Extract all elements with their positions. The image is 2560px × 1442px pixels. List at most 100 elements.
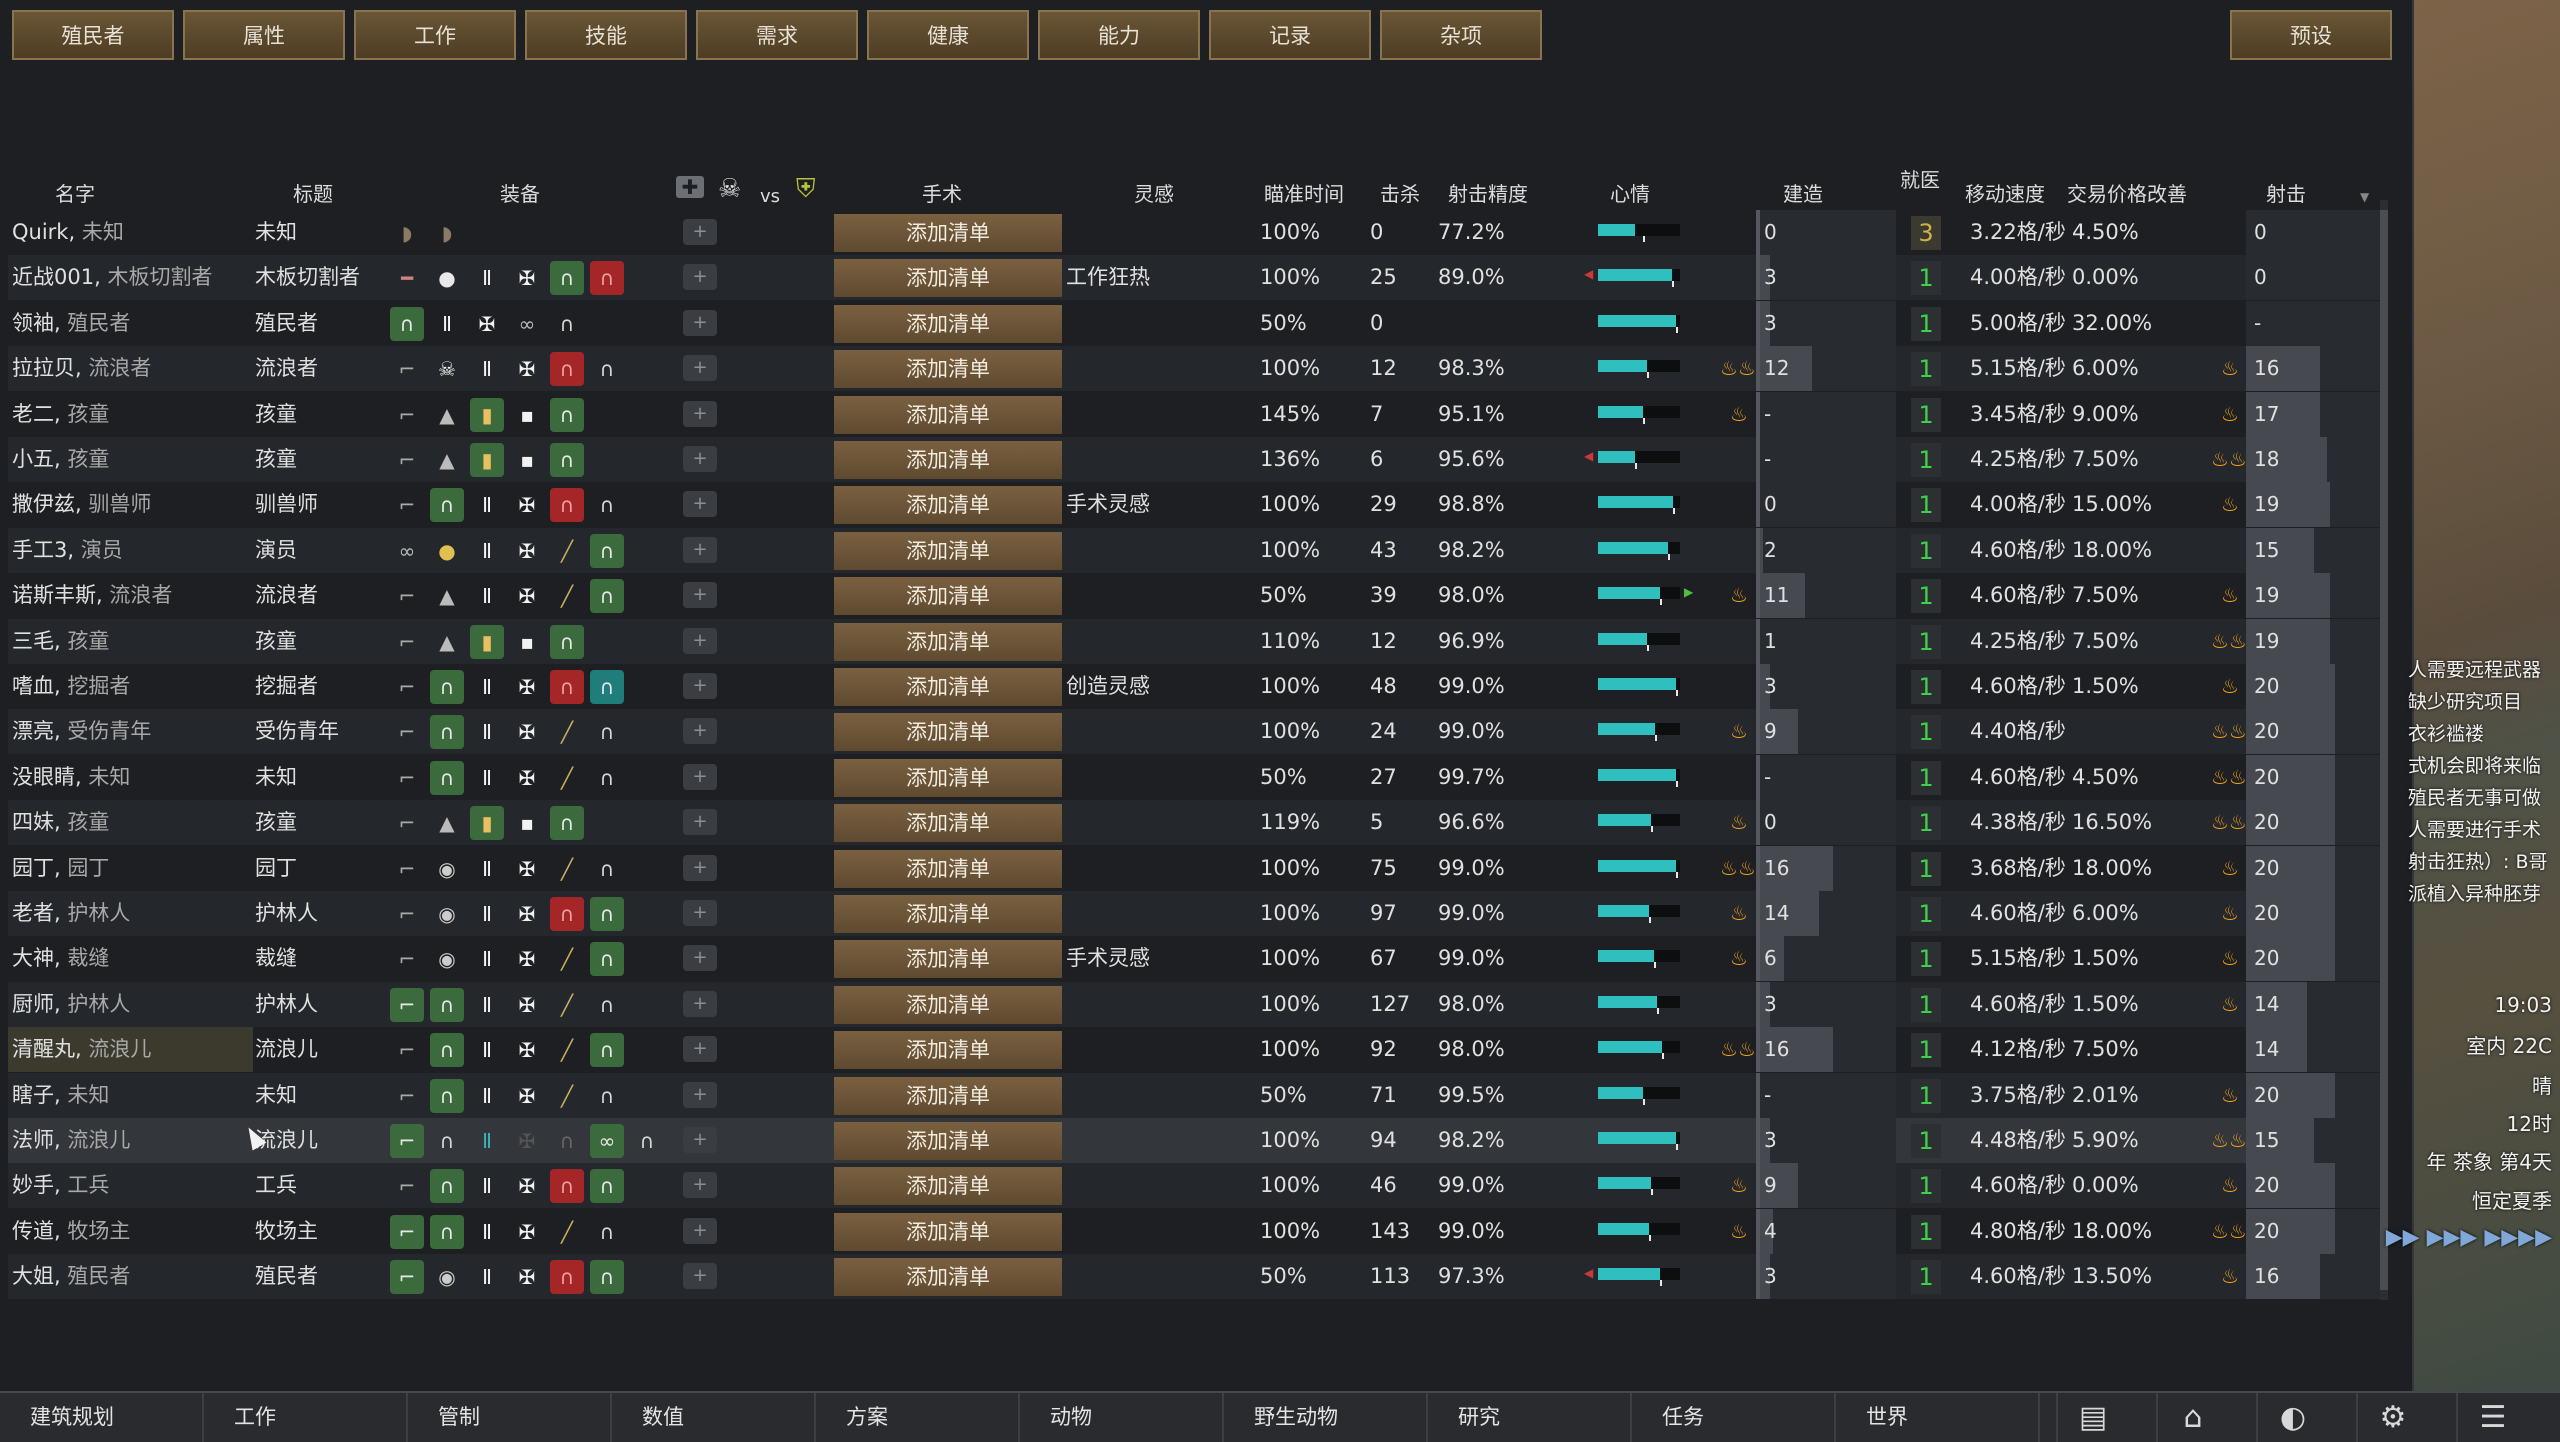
construction-skill[interactable]: 9 xyxy=(1756,1163,1896,1209)
helmet-icon-green[interactable]: ∩ xyxy=(590,1260,624,1295)
tab-1[interactable]: 属性 xyxy=(183,10,345,60)
table-row[interactable]: 近战001, 木板切割者 木板切割者 ━ ● Ⅱ ✠ ∩ ∩ + 添加清单 工作狂热 100% 25 89… xyxy=(8,255,2381,301)
helmet-icon-green[interactable]: ∩ xyxy=(390,306,424,341)
helmet-icon-red[interactable]: ∩ xyxy=(590,261,624,296)
rifle-icon[interactable]: ⌐ xyxy=(390,942,424,976)
spear-icon[interactable]: ╱ xyxy=(550,579,584,613)
helmet-icon[interactable]: ∩ xyxy=(590,1215,624,1249)
helmet-icon-red[interactable]: ∩ xyxy=(550,488,584,523)
shooting-skill[interactable]: 20 xyxy=(2246,891,2381,936)
shooting-skill[interactable]: 20 xyxy=(2246,936,2381,982)
alert-item[interactable]: 派植入异种胚芽 xyxy=(2408,879,2560,906)
add-surgery-button[interactable]: 添加清单 xyxy=(834,486,1062,525)
construction-skill[interactable]: 2 xyxy=(1756,527,1896,573)
construction-skill[interactable]: - xyxy=(1756,391,1896,437)
lightbulb-icon[interactable]: ◐ xyxy=(2256,1393,2328,1442)
add-surgery-button[interactable]: 添加清单 xyxy=(834,758,1062,797)
vest-icon-green[interactable]: ▮ xyxy=(470,624,504,659)
add-bill-icon[interactable]: + xyxy=(683,990,717,1017)
goggles-icon[interactable]: ∞ xyxy=(510,307,544,341)
helmet-icon-green[interactable]: ∩ xyxy=(430,1033,464,1068)
add-bill-icon[interactable]: + xyxy=(683,1081,717,1108)
doctor-priority[interactable]: 3 xyxy=(1911,216,1941,250)
table-row[interactable]: 拉拉贝, 流浪者 流浪者 ⌐ ☠ Ⅱ ✠ ∩ ∩ + 添加清单 100% 12 98.3% ♨♨ 12 1 5.… xyxy=(8,346,2381,392)
construction-skill[interactable]: - xyxy=(1756,1072,1896,1118)
vest-icon[interactable]: Ⅱ xyxy=(470,1260,504,1294)
table-row[interactable]: 传道, 牧场主 牧场主 ⌐ ∩ Ⅱ ✠ ╱ ∩ + 添加清单 100% 143 99.0% ♨ 4 1 4.80… xyxy=(8,1208,2381,1254)
header-aim-time[interactable]: 瞄准时间 xyxy=(1264,178,1344,207)
add-surgery-button[interactable]: 添加清单 xyxy=(834,622,1062,661)
tab-3[interactable]: 技能 xyxy=(525,10,687,60)
chest-icon[interactable]: ✠ xyxy=(510,579,544,613)
doctor-priority[interactable]: 1 xyxy=(1911,1078,1941,1113)
shooting-skill[interactable]: 14 xyxy=(2246,981,2381,1027)
hat-icon[interactable]: ▲ xyxy=(430,443,464,477)
vest-icon[interactable]: Ⅱ xyxy=(470,897,504,931)
header-inspiration[interactable]: 灵感 xyxy=(1134,178,1174,207)
table-row[interactable]: 漂亮, 受伤青年 受伤青年 ⌐ ∩ Ⅱ ✠ ╱ ∩ + 添加清单 100% 24 99.0% ♨ 9 1 4.4… xyxy=(8,709,2381,755)
colonist-name[interactable]: 三毛, 孩童 xyxy=(8,619,253,664)
helmet-icon-green[interactable]: ∩ xyxy=(590,897,624,931)
rifle-icon[interactable]: ⌐ xyxy=(390,715,424,749)
alert-item[interactable]: 人需要进行手术 xyxy=(2408,815,2560,842)
shooting-skill[interactable]: 20 xyxy=(2246,709,2381,755)
colonist-name[interactable]: 小五, 孩童 xyxy=(8,437,253,482)
chest-icon-small[interactable]: ▪ xyxy=(510,625,544,659)
doctor-priority[interactable]: 1 xyxy=(1911,261,1941,296)
mood-bar[interactable] xyxy=(1598,905,1680,923)
helmet-icon-red[interactable]: ∩ xyxy=(550,1169,584,1204)
tab-0[interactable]: 殖民者 xyxy=(12,10,174,60)
table-row[interactable]: 法师, 流浪儿 流浪儿 ⌐ ∩ Ⅱ ✠ ∩ ∞ ∩ + 添加清单 100% 94 98.2% 3 1 4.48格… xyxy=(8,1118,2381,1163)
doctor-priority[interactable]: 1 xyxy=(1911,806,1941,841)
helmet-icon-green[interactable]: ∩ xyxy=(550,624,584,659)
spear-icon[interactable]: ╱ xyxy=(550,988,584,1022)
header-kills[interactable]: 击杀 xyxy=(1380,178,1420,207)
rifle-icon[interactable]: ⌐ xyxy=(390,1033,424,1067)
add-surgery-button[interactable]: 添加清单 xyxy=(834,1122,1062,1160)
construction-skill[interactable]: 0 xyxy=(1756,800,1896,846)
chest-icon-dark[interactable]: ✠ xyxy=(510,1124,544,1158)
rifle-icon-green[interactable]: ⌐ xyxy=(390,987,424,1022)
doctor-priority[interactable]: 1 xyxy=(1911,715,1941,750)
rifle-icon[interactable]: ⌐ xyxy=(390,670,424,704)
doctor-priority[interactable]: 1 xyxy=(1911,443,1941,477)
table-row[interactable]: 老二, 孩童 孩童 ⌐ ▲ ▮ ▪ ∩ + 添加清单 145% 7 95.1% ♨ -1 3.45格/秒 9.… xyxy=(8,391,2381,437)
shooting-skill[interactable]: 17 xyxy=(2246,391,2381,437)
chest-icon[interactable]: ✠ xyxy=(510,534,544,568)
tab-8[interactable]: 杂项 xyxy=(1380,10,1542,60)
add-bill-icon[interactable]: + xyxy=(683,945,717,972)
construction-skill[interactable]: 0 xyxy=(1756,482,1896,528)
chest-icon-small[interactable]: ▪ xyxy=(510,443,544,477)
add-surgery-button[interactable]: 添加清单 xyxy=(834,350,1062,389)
vest-icon-green[interactable]: ▮ xyxy=(470,443,504,477)
table-row[interactable]: 老者, 护林人 护林人 ⌐ ◉ Ⅱ ✠ ∩ ∩ + 添加清单 100% 97 99.0% ♨ 14 1 4.60… xyxy=(8,891,2381,936)
helmet-icon-green[interactable]: ∩ xyxy=(430,488,464,523)
shooting-skill[interactable]: 20 xyxy=(2246,800,2381,846)
header-shooting[interactable]: 射击 xyxy=(2266,178,2306,207)
construction-skill[interactable]: 3 xyxy=(1756,255,1896,301)
spear-icon[interactable]: ╱ xyxy=(550,1033,584,1067)
add-surgery-button[interactable]: 添加清单 xyxy=(834,940,1062,979)
add-surgery-button[interactable]: 添加清单 xyxy=(834,577,1062,616)
hat-icon-round[interactable]: ◉ xyxy=(430,1260,464,1294)
table-row[interactable]: 嗜血, 挖掘者 挖掘者 ⌐ ∩ Ⅱ ✠ ∩ ∩ + 添加清单 创造灵感 100% 48 99.0% 3 1 4.… xyxy=(8,664,2381,709)
chest-icon[interactable]: ✠ xyxy=(510,897,544,931)
bottom-tab-6[interactable]: 野生动物 xyxy=(1224,1393,1428,1442)
add-surgery-button[interactable]: 添加清单 xyxy=(834,849,1062,888)
header-move-speed[interactable]: 移动速度 xyxy=(1965,178,2045,207)
construction-skill[interactable]: - xyxy=(1756,437,1896,482)
construction-skill[interactable]: 0 xyxy=(1756,210,1896,255)
mood-bar[interactable] xyxy=(1598,768,1680,787)
add-bill-icon[interactable]: + xyxy=(683,582,717,609)
spear-icon[interactable]: ╱ xyxy=(550,1215,584,1249)
bottom-tab-8[interactable]: 任务 xyxy=(1632,1393,1836,1442)
helmet-icon-green[interactable]: ∩ xyxy=(430,760,464,795)
scrollbar[interactable] xyxy=(2380,200,2388,1300)
helmet-icon[interactable]: ∩ xyxy=(590,715,624,749)
helmet-icon-green[interactable]: ∩ xyxy=(430,987,464,1022)
table-row[interactable]: 大神, 裁缝 裁缝 ⌐ ◉ Ⅱ ✠ ╱ ∩ + 添加清单 手术灵感 100% 67 99.0% ♨ 6 1 5.1… xyxy=(8,936,2381,982)
add-surgery-button[interactable]: 添加清单 xyxy=(834,1167,1062,1206)
add-bill-icon[interactable]: + xyxy=(683,763,717,790)
construction-skill[interactable]: 1 xyxy=(1756,618,1896,664)
vest-icon[interactable]: Ⅱ xyxy=(470,1169,504,1203)
